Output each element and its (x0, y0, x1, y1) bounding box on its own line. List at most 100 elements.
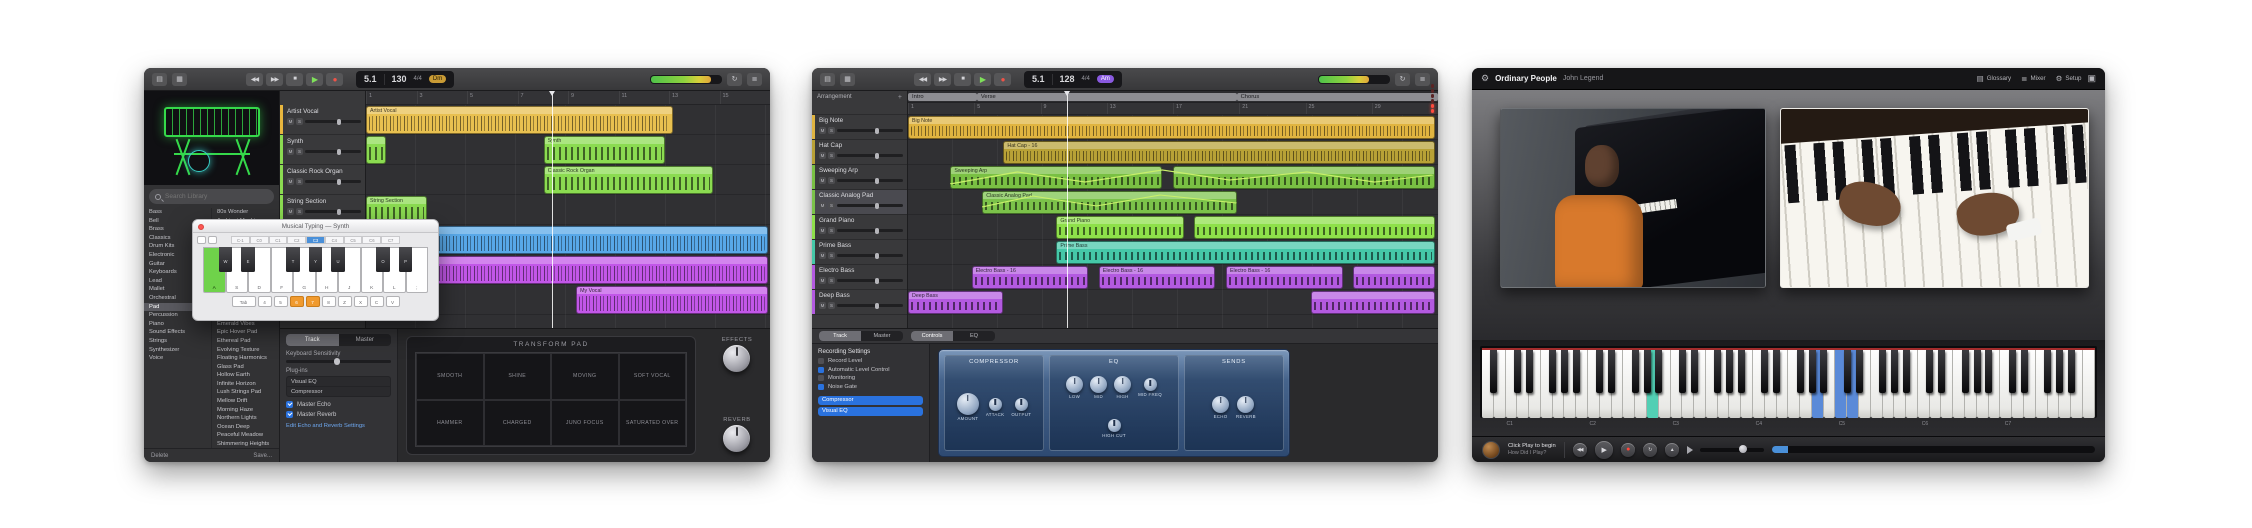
knob[interactable] (1090, 376, 1107, 393)
region[interactable]: Artist Vocal (366, 106, 673, 134)
region[interactable]: Big Note (908, 116, 1435, 139)
knob[interactable] (1066, 376, 1083, 393)
mute-button[interactable]: M (287, 118, 294, 125)
onscreen-keyboard[interactable] (1480, 346, 2097, 418)
checkbox[interactable] (286, 411, 293, 418)
piano-white-key[interactable] (1777, 348, 1789, 418)
transform-pad-snapshot[interactable]: SMOOTH (416, 353, 484, 400)
edit-echo-reverb-link[interactable]: Edit Echo and Reverb Settings (286, 423, 391, 429)
setting-row[interactable]: Noise Gate (818, 384, 923, 390)
octave-cell[interactable]: C5 (344, 236, 363, 244)
track-header[interactable]: Sweeping Arp M S (812, 165, 907, 190)
piano-white-key[interactable] (1835, 348, 1847, 418)
knob[interactable] (1237, 396, 1254, 413)
piano-white-key[interactable] (1671, 348, 1683, 418)
musical-typing-window[interactable]: Musical Typing — Synth C-1C0C1C2C3C4C5C6… (192, 219, 439, 321)
library-patch[interactable]: Evolving Texture (212, 346, 279, 355)
knob[interactable] (1108, 419, 1121, 432)
piano-white-key[interactable] (1788, 348, 1800, 418)
piano-white-key[interactable] (1506, 348, 1518, 418)
octave-cell[interactable]: C4 (325, 236, 344, 244)
mute-button[interactable]: M (819, 202, 826, 209)
library-patch[interactable]: Floating Harmonics (212, 354, 279, 363)
solo-button[interactable]: S (296, 118, 303, 125)
lcd-tempo[interactable]: 128 (1060, 74, 1075, 84)
modifier-key[interactable]: Z (338, 296, 352, 307)
piano-white-key[interactable] (1812, 348, 1824, 418)
octave-cell[interactable]: C3 (306, 236, 325, 244)
arrangement-marker[interactable]: Chorus (1237, 93, 1438, 101)
editor-toggle-icon[interactable]: ▦ (840, 73, 855, 86)
piano-white-key[interactable] (1588, 348, 1600, 418)
lesson-progress-bar[interactable] (1772, 446, 2095, 453)
mute-button[interactable]: M (819, 252, 826, 259)
stop-button[interactable]: ■ (954, 73, 971, 86)
solo-button[interactable]: S (828, 302, 835, 309)
play-button[interactable]: ▶ (974, 73, 991, 86)
region[interactable]: Electro Bass - 16 (972, 266, 1089, 289)
piano-white-key[interactable] (1564, 348, 1576, 418)
piano-white-key[interactable] (1847, 348, 1859, 418)
titlebar-button[interactable]: ⚙ Setup (2056, 74, 2082, 83)
volume-slider[interactable] (1700, 448, 1764, 452)
typing-view-icon[interactable] (208, 236, 217, 244)
solo-button[interactable]: S (828, 227, 835, 234)
cycle-button[interactable]: ↻ (1395, 73, 1410, 86)
region[interactable]: My Vocal (576, 286, 768, 314)
piano-white-key[interactable] (1553, 348, 1565, 418)
octave-cell[interactable]: C7 (381, 236, 400, 244)
plugin-button[interactable]: Compressor (818, 396, 923, 405)
region[interactable]: Deep Bass (908, 291, 1003, 314)
mute-button[interactable]: M (819, 227, 826, 234)
region[interactable]: Grand Piano (1056, 216, 1183, 239)
tab[interactable]: Master (861, 331, 903, 341)
piano-white-key[interactable] (1694, 348, 1706, 418)
piano-white-key[interactable] (1871, 348, 1883, 418)
piano-white-key[interactable] (1623, 348, 1635, 418)
library-patch[interactable]: Peaceful Meadow (212, 431, 279, 440)
rewind-button[interactable]: ◀◀ (246, 73, 263, 86)
sensitivity-slider[interactable] (286, 360, 391, 363)
piano-white-key[interactable] (2036, 348, 2048, 418)
piano-white-key[interactable] (1729, 348, 1741, 418)
track-volume-slider[interactable] (837, 154, 903, 157)
piano-white-key[interactable] (1953, 348, 1965, 418)
metronome-button[interactable]: ▲ (1665, 443, 1679, 457)
octave-cell[interactable]: C6 (362, 236, 381, 244)
track-volume-slider[interactable] (837, 304, 903, 307)
track-volume-slider[interactable] (305, 150, 361, 153)
modifier-key[interactable]: X (354, 296, 368, 307)
close-icon[interactable] (198, 224, 204, 230)
mute-button[interactable]: M (287, 208, 294, 215)
mute-button[interactable]: M (819, 277, 826, 284)
library-patch[interactable]: Northern Lights (212, 414, 279, 423)
track-lanes[interactable]: IntroVerseChorus 1591317212529 Big Note … (908, 91, 1438, 328)
track-header[interactable]: Deep Bass M S (812, 290, 907, 315)
tab[interactable]: Master (339, 334, 392, 346)
solo-button[interactable]: S (828, 177, 835, 184)
forward-button[interactable]: ▶▶ (266, 73, 283, 86)
checkbox[interactable] (818, 367, 824, 373)
editor-toggle-icon[interactable]: ▦ (172, 73, 187, 86)
piano-white-key[interactable] (1765, 348, 1777, 418)
gear-icon[interactable]: ⚙ (1481, 73, 1489, 84)
solo-button[interactable]: S (828, 202, 835, 209)
region[interactable]: Hat Cap - 16 (1003, 141, 1435, 164)
record-button[interactable]: ● (1621, 443, 1635, 457)
track-volume-slider[interactable] (305, 180, 361, 183)
solo-button[interactable]: S (828, 252, 835, 259)
record-button[interactable]: ● (326, 73, 343, 86)
piano-white-key[interactable] (1965, 348, 1977, 418)
checkbox[interactable] (818, 384, 824, 390)
modifier-key[interactable]: C (370, 296, 384, 307)
library-patch[interactable]: Mellow Drift (212, 397, 279, 406)
black-key[interactable]: U (331, 247, 345, 272)
knob[interactable] (1144, 378, 1157, 391)
piano-white-key[interactable] (1647, 348, 1659, 418)
library-patch[interactable]: Infinite Horizon (212, 380, 279, 389)
track-volume-slider[interactable] (837, 229, 903, 232)
region[interactable]: Classic Rock Organ (544, 166, 714, 194)
piano-white-key[interactable] (1883, 348, 1895, 418)
piano-white-key[interactable] (1682, 348, 1694, 418)
notepad-icon[interactable]: ≣ (747, 73, 762, 86)
